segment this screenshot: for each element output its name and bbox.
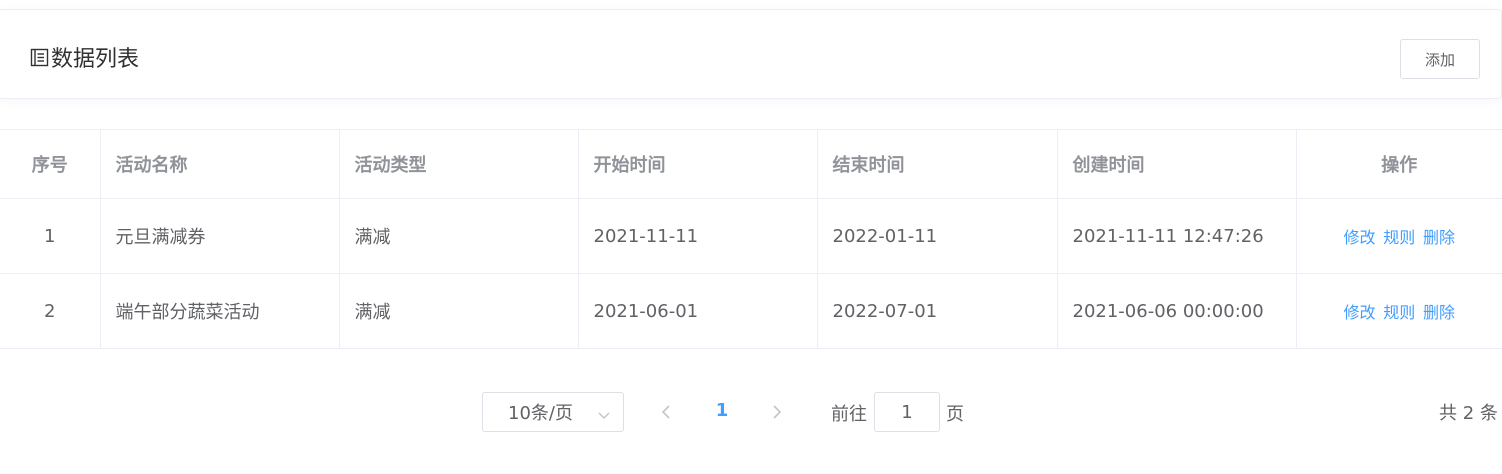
rules-link[interactable]: 规则 — [1383, 303, 1415, 322]
table-header-row: 序号 活动名称 活动类型 开始时间 结束时间 创建时间 操作 — [0, 129, 1502, 199]
page-title: 数据列表 — [30, 41, 139, 73]
delete-link[interactable]: 删除 — [1423, 228, 1455, 247]
goto-suffix: 页 — [946, 404, 964, 425]
page-title-text: 数据列表 — [51, 47, 140, 72]
cell-name: 端午部分蔬菜活动 — [100, 273, 340, 349]
page-size-select[interactable]: 10条/页 — [482, 392, 624, 432]
add-button[interactable]: 添加 — [1400, 39, 1480, 79]
chevron-right-icon[interactable] — [767, 403, 785, 421]
cell-end: 2022-07-01 — [817, 273, 1058, 349]
goto-page-input[interactable] — [874, 392, 940, 432]
chevron-down-icon — [597, 406, 611, 420]
edit-link[interactable]: 修改 — [1343, 303, 1375, 322]
column-header-start: 开始时间 — [578, 129, 818, 199]
cell-created: 2021-06-06 00:00:00 — [1057, 273, 1297, 349]
total-count: 共 2 条 — [1439, 403, 1498, 424]
cell-start: 2021-06-01 — [578, 273, 818, 349]
cell-name: 元旦满减券 — [100, 198, 340, 274]
column-header-end: 结束时间 — [817, 129, 1058, 199]
delete-link[interactable]: 删除 — [1423, 303, 1455, 322]
header-card: 数据列表 添加 — [0, 9, 1502, 99]
cell-actions: 修改 规则 删除 — [1296, 198, 1502, 274]
cell-index: 2 — [0, 273, 101, 349]
column-header-index: 序号 — [0, 129, 101, 199]
cell-type: 满减 — [339, 198, 579, 274]
rules-link[interactable]: 规则 — [1383, 228, 1415, 247]
page: 数据列表 添加 序号 活动名称 活动类型 开始时间 结束时间 创建时间 操作 1… — [0, 0, 1502, 474]
data-table: 序号 活动名称 活动类型 开始时间 结束时间 创建时间 操作 1 元旦满减券 满… — [0, 129, 1502, 349]
goto-label: 前往 — [831, 404, 867, 425]
table-row: 1 元旦满减券 满减 2021-11-11 2022-01-11 2021-11… — [0, 198, 1502, 274]
column-header-actions: 操作 — [1296, 129, 1502, 199]
edit-link[interactable]: 修改 — [1343, 228, 1375, 247]
cell-created: 2021-11-11 12:47:26 — [1057, 198, 1297, 274]
chevron-left-icon[interactable] — [658, 403, 676, 421]
cell-type: 满减 — [339, 273, 579, 349]
list-icon — [30, 48, 49, 67]
column-header-type: 活动类型 — [339, 129, 579, 199]
page-number-current[interactable]: 1 — [712, 400, 732, 421]
cell-start: 2021-11-11 — [578, 198, 818, 274]
cell-index: 1 — [0, 198, 101, 274]
cell-actions: 修改 规则 删除 — [1296, 273, 1502, 349]
column-header-created: 创建时间 — [1057, 129, 1297, 199]
cell-end: 2022-01-11 — [817, 198, 1058, 274]
page-size-value: 10条/页 — [508, 403, 573, 424]
column-header-name: 活动名称 — [100, 129, 340, 199]
table-row: 2 端午部分蔬菜活动 满减 2021-06-01 2022-07-01 2021… — [0, 273, 1502, 349]
